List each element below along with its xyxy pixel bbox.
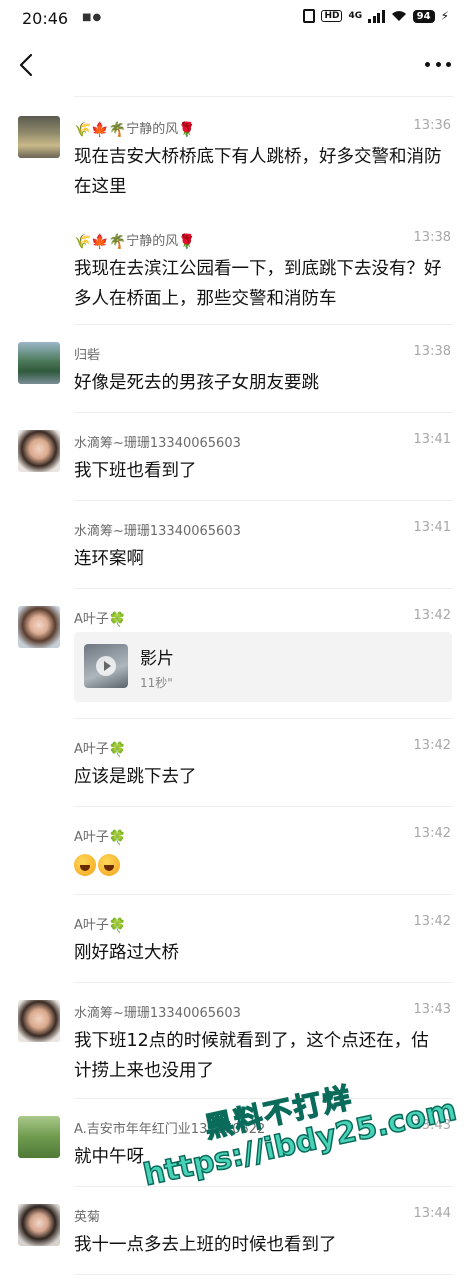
comment-text bbox=[74, 850, 444, 880]
divider bbox=[74, 588, 453, 589]
comment-time: 13:44 bbox=[413, 1206, 451, 1221]
comment-time: 13:43 bbox=[413, 1118, 451, 1133]
commenter-name: 水滴筹~珊珊13340065603 bbox=[74, 1006, 241, 1021]
name-decor: 🌾🍁🌴 bbox=[74, 121, 127, 138]
comment-text: 我现在去滨江公园看一下，到底跳下去没有？好多人在桥面上，那些交警和消防车 bbox=[74, 259, 442, 309]
commenter-name: A叶子🍀 bbox=[74, 741, 127, 758]
hd-icon: HD bbox=[321, 10, 343, 22]
laughing-crying-icon bbox=[74, 854, 96, 876]
comment-time: 13:43 bbox=[413, 1002, 451, 1017]
signal-icon bbox=[368, 9, 385, 23]
commenter-name: A叶子🍀 bbox=[74, 829, 127, 846]
commenter-name: 英菊 bbox=[74, 1210, 101, 1225]
commenter-name: 🌾🍁🌴宁静的风🌹 bbox=[74, 121, 196, 138]
video-duration: 11秒" bbox=[140, 676, 173, 690]
name-suffix: 🍀 bbox=[108, 917, 127, 934]
avatar[interactable] bbox=[18, 116, 60, 158]
comment-text: 我下班12点的时候就看到了，这个点还在，估计捞上来也没用了 bbox=[74, 1031, 429, 1081]
divider bbox=[74, 96, 453, 97]
comment-text: 连环案啊 bbox=[74, 549, 144, 569]
nav-bar bbox=[0, 40, 471, 92]
divider bbox=[74, 982, 453, 983]
divider bbox=[74, 806, 453, 807]
name-suffix: 🍀 bbox=[108, 829, 127, 846]
comment-text: 我十一点多去上班的时候也看到了 bbox=[74, 1235, 337, 1255]
avatar[interactable] bbox=[18, 430, 60, 472]
comment-text: 我下班也看到了 bbox=[74, 461, 197, 481]
comment-time: 13:41 bbox=[413, 432, 451, 447]
play-icon bbox=[96, 656, 116, 676]
commenter-name: 水滴筹~珊珊13340065603 bbox=[74, 524, 241, 539]
comment-time: 13:42 bbox=[413, 914, 451, 929]
comment-time: 13:42 bbox=[413, 826, 451, 841]
divider bbox=[74, 1186, 453, 1187]
comment-text: 现在吉安大桥桥底下有人跳桥，好多交警和消防在这里 bbox=[74, 147, 442, 197]
divider bbox=[74, 894, 453, 895]
charging-icon: ⚡ bbox=[440, 9, 449, 23]
vibrate-icon bbox=[303, 9, 316, 23]
comment-text: 应该是跳下去了 bbox=[74, 767, 197, 787]
name-suffix: 🌹 bbox=[178, 233, 196, 250]
video-title: 影片 bbox=[140, 649, 174, 669]
comment-text: 刚好路过大桥 bbox=[74, 943, 179, 963]
video-thumbnail bbox=[84, 644, 128, 688]
wifi-icon bbox=[391, 11, 406, 21]
commenter-name: 水滴筹~珊珊13340065603 bbox=[74, 436, 241, 451]
commenter-name: 🌾🍁🌴宁静的风🌹 bbox=[74, 233, 196, 250]
divider bbox=[74, 324, 453, 325]
video-attachment[interactable]: 影片 11秒" bbox=[74, 632, 452, 702]
comment-text: 好像是死去的男孩子女朋友要跳 bbox=[74, 373, 319, 393]
divider bbox=[74, 412, 453, 413]
comment-time: 13:42 bbox=[413, 608, 451, 623]
divider bbox=[74, 718, 453, 719]
chevron-left-icon[interactable] bbox=[16, 52, 38, 78]
divider bbox=[74, 1274, 453, 1275]
status-bar: 20:46 ■● HD 4G 94 ⚡ bbox=[0, 0, 471, 38]
commenter-name: A叶子🍀 bbox=[74, 611, 127, 628]
name-decor: 🌾🍁🌴 bbox=[74, 233, 127, 250]
comment-time: 13:36 bbox=[413, 118, 451, 133]
battery-icon: 94 bbox=[412, 9, 435, 23]
divider bbox=[74, 1098, 453, 1099]
name-suffix: 🍀 bbox=[108, 741, 127, 758]
commenter-name: A叶子🍀 bbox=[74, 917, 127, 934]
status-time: 20:46 bbox=[22, 9, 69, 28]
commenter-name: A.吉安市年年红门业137070622 bbox=[74, 1122, 266, 1137]
status-right-icons: HD 4G 94 ⚡ bbox=[303, 9, 449, 23]
name-suffix: 🍀 bbox=[108, 611, 127, 628]
avatar[interactable] bbox=[18, 1116, 60, 1158]
network-type: 4G bbox=[348, 11, 363, 21]
notification-icons: ■● bbox=[82, 12, 103, 23]
comment-time: 13:42 bbox=[413, 738, 451, 753]
comment-time: 13:41 bbox=[413, 520, 451, 535]
laughing-crying-icon bbox=[98, 854, 120, 876]
avatar[interactable] bbox=[18, 606, 60, 648]
avatar[interactable] bbox=[18, 1000, 60, 1042]
avatar[interactable] bbox=[18, 342, 60, 384]
comment-time: 13:38 bbox=[413, 344, 451, 359]
comment-text: 就中午呀 bbox=[74, 1147, 144, 1167]
name-suffix: 🌹 bbox=[178, 121, 196, 138]
commenter-name: 归砦 bbox=[74, 348, 101, 363]
avatar[interactable] bbox=[18, 1204, 60, 1246]
more-dots-icon[interactable] bbox=[425, 54, 451, 74]
divider bbox=[74, 500, 453, 501]
comment-time: 13:38 bbox=[413, 230, 451, 245]
